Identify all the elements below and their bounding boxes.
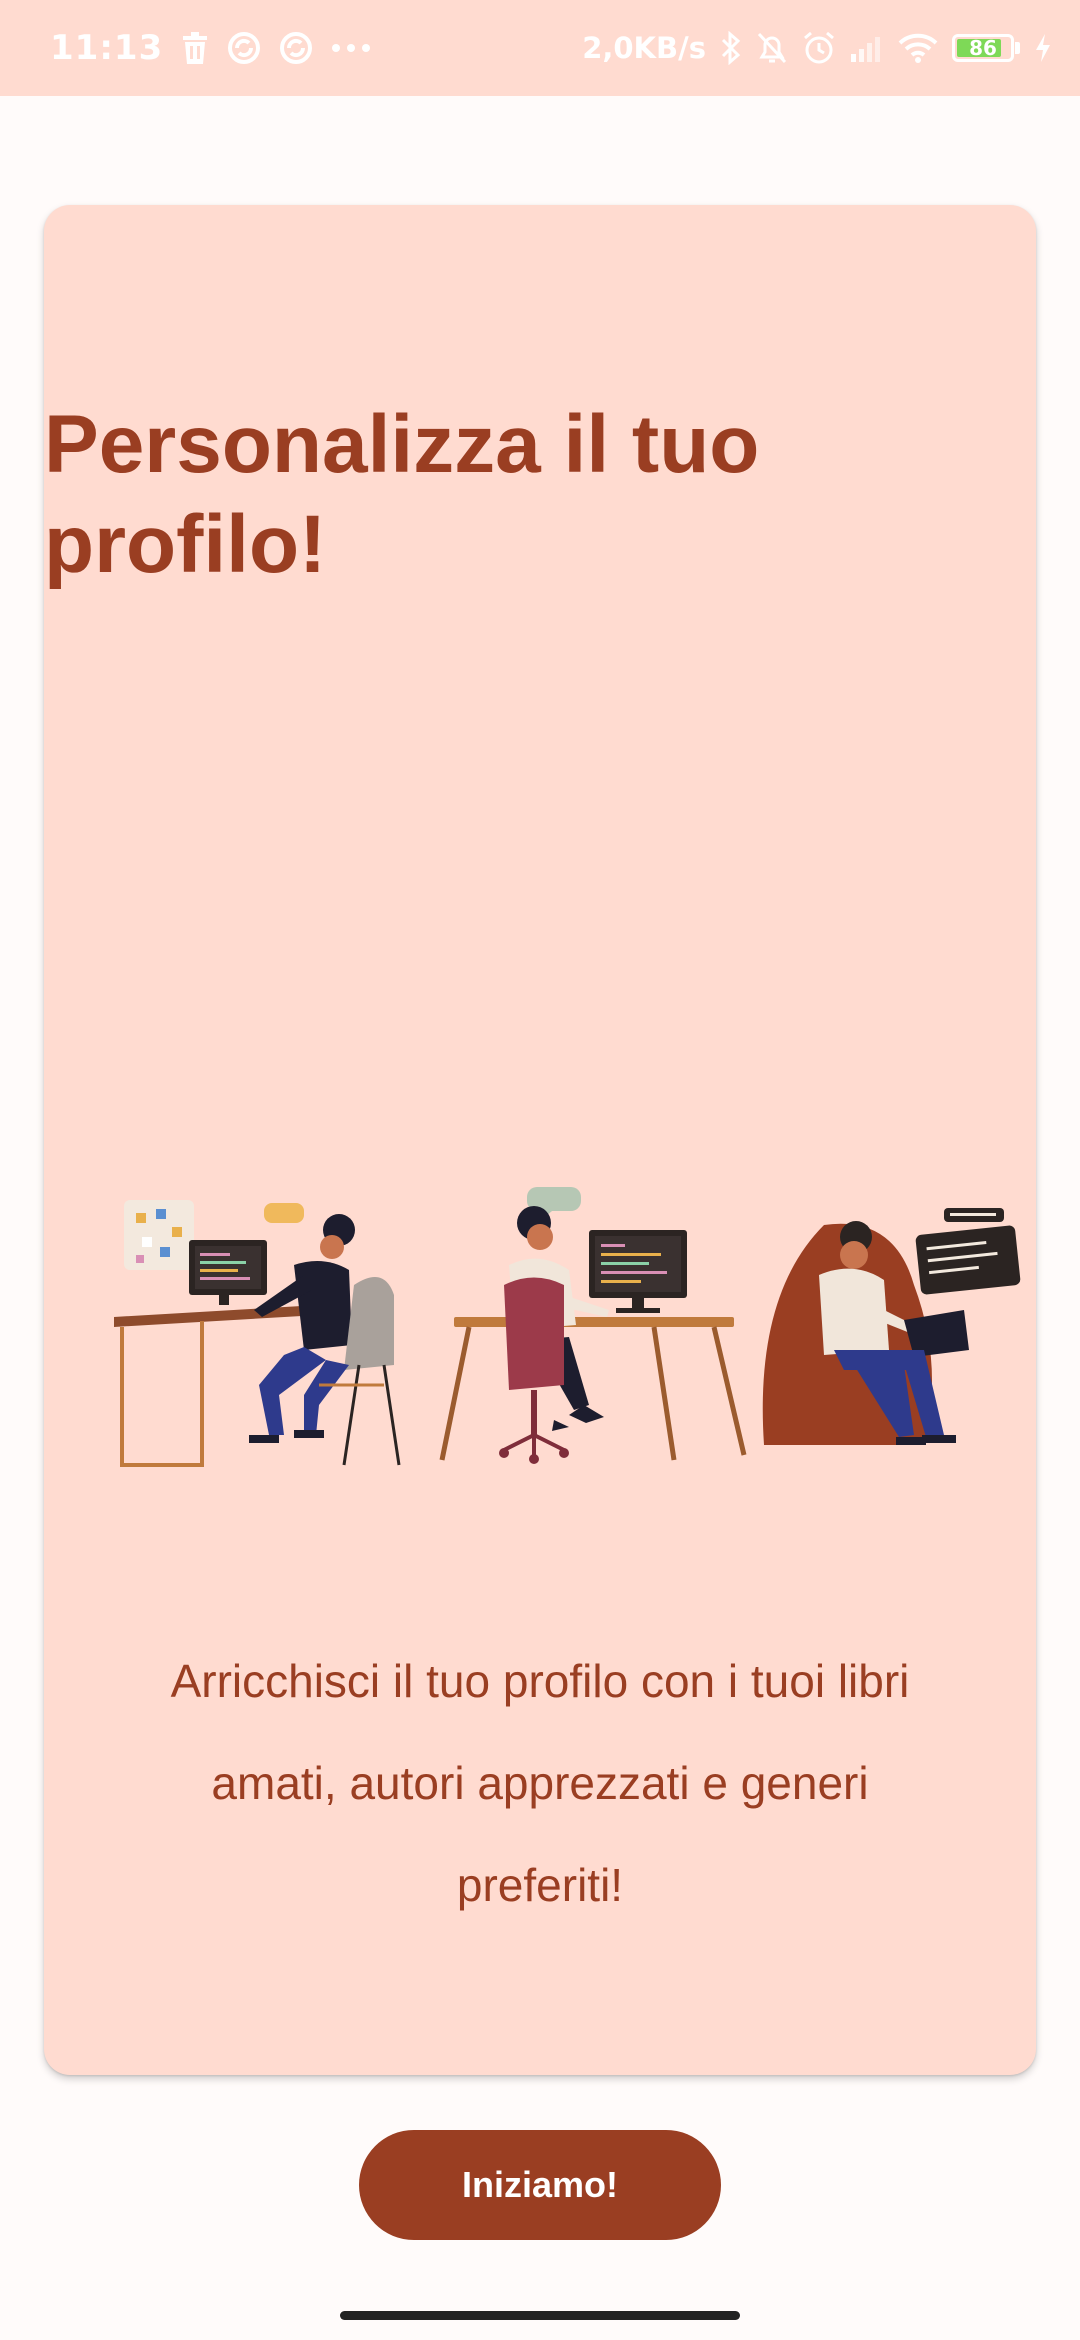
wifi-icon — [898, 33, 938, 63]
trash-icon — [181, 32, 209, 64]
scene-bean-bag-laptop — [762, 1208, 1021, 1445]
charging-icon — [1034, 33, 1052, 63]
battery-level: 86 — [969, 36, 997, 60]
bell-off-icon — [756, 31, 788, 65]
sync-icon — [227, 31, 261, 65]
status-time: 11:13 — [50, 28, 164, 68]
scene-desk-red-chair — [439, 1187, 747, 1464]
scene-desk-sticky-notes — [114, 1200, 401, 1467]
battery-icon: 86 — [952, 34, 1020, 62]
signal-icon — [850, 34, 884, 62]
sync-icon — [279, 31, 313, 65]
alarm-icon — [802, 31, 836, 65]
bluetooth-icon — [720, 31, 742, 65]
start-button[interactable]: Iniziamo! — [359, 2130, 721, 2240]
card-title: Personalizza il tuo profilo! — [44, 399, 760, 590]
more-dots-icon — [331, 43, 371, 53]
home-indicator[interactable] — [340, 2311, 740, 2320]
status-bar-right: 2,0KB/s 86 — [582, 0, 1052, 96]
status-bar-left: 11:13 — [50, 0, 371, 96]
onboarding-card: Personalizza il tuo profilo! Arricchisci… — [44, 205, 1036, 2075]
card-description: Arricchisci il tuo profilo con i tuoi li… — [170, 1655, 910, 1911]
status-bar: 11:13 2,0KB/s 86 — [0, 0, 1080, 96]
developers-illustration — [114, 1187, 1021, 1467]
network-speed: 2,0KB/s — [582, 31, 706, 65]
